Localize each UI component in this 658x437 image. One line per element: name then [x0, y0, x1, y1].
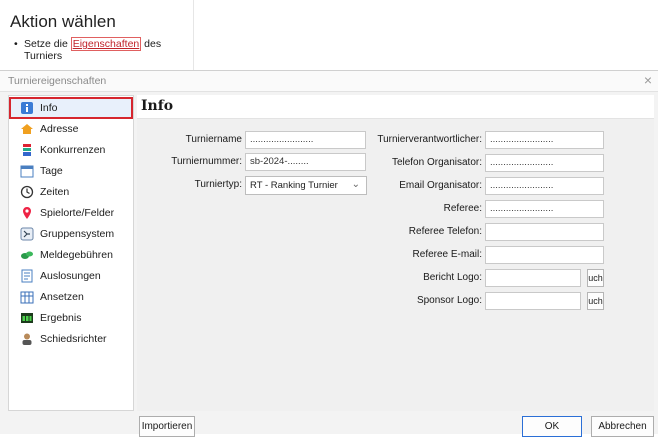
- info-icon: [21, 102, 33, 114]
- organizer-email-input[interactable]: ........................: [485, 177, 604, 195]
- background-instructions: Aktion wählen • Setze die Eigenschaften d…: [0, 0, 193, 70]
- referee-input[interactable]: ........................: [485, 200, 604, 218]
- tournament-number-input[interactable]: sb-2024-........: [245, 153, 366, 171]
- sidebar-item-label: Schiedsrichter: [40, 333, 107, 345]
- properties-sidebar: Info Adresse Konkurrenzen Tage Zeiten Sp…: [8, 95, 134, 411]
- organizer-email-label: Email Organisator:: [399, 180, 482, 191]
- sidebar-item-ansetzen[interactable]: Ansetzen: [10, 287, 132, 307]
- sidebar-item-meldegebuehren[interactable]: Meldegebühren: [10, 245, 132, 265]
- instruction-text-suffix: des: [141, 38, 162, 50]
- sidebar-item-tage[interactable]: Tage: [10, 161, 132, 181]
- sidebar-item-label: Gruppensystem: [40, 228, 115, 240]
- referee-email-label: Referee E-mail:: [412, 249, 482, 260]
- sidebar-item-label: Ansetzen: [40, 291, 84, 303]
- tournament-type-label: Turniertyp:: [194, 179, 242, 190]
- calendar-icon: [20, 165, 34, 178]
- responsible-input[interactable]: ........................: [485, 131, 604, 149]
- instruction-item: • Setze die Eigenschaften des: [14, 37, 162, 51]
- sidebar-item-label: Auslosungen: [40, 270, 101, 282]
- competitions-icon: [23, 144, 31, 156]
- bullet-icon: •: [14, 38, 18, 50]
- sidebar-item-label: Meldegebühren: [40, 249, 113, 261]
- sidebar-item-konkurrenzen[interactable]: Konkurrenzen: [10, 140, 132, 160]
- page-title: Info: [141, 98, 174, 114]
- chevron-down-icon: ⌄: [351, 179, 360, 190]
- instruction-line2: Turniers: [24, 50, 63, 62]
- sidebar-item-schiedsrichter[interactable]: Schiedsrichter: [10, 329, 132, 349]
- sidebar-item-spielorte[interactable]: Spielorte/Felder: [10, 203, 132, 223]
- sidebar-item-auslosungen[interactable]: Auslosungen: [10, 266, 132, 286]
- tournament-name-label: Turniername: [185, 134, 242, 145]
- tournament-number-label: Turniernummer:: [171, 156, 242, 167]
- sidebar-item-ergebnis[interactable]: Ergebnis: [10, 308, 132, 328]
- properties-link[interactable]: Eigenschaften: [70, 37, 142, 51]
- dialog-title: Turniereigenschaften: [8, 75, 107, 87]
- close-icon[interactable]: ×: [644, 72, 652, 88]
- tournament-name-input[interactable]: ........................: [245, 131, 366, 149]
- referee-email-input[interactable]: [485, 246, 604, 264]
- organizer-phone-input[interactable]: ........................: [485, 154, 604, 172]
- sidebar-item-label: Konkurrenzen: [40, 144, 106, 156]
- tournament-properties-dialog: Turniereigenschaften × Info Adresse Konk…: [0, 70, 658, 437]
- info-panel: Info Turniername .......................…: [137, 95, 654, 411]
- report-logo-browse-button[interactable]: uch: [587, 269, 604, 287]
- sidebar-item-label: Ergebnis: [40, 312, 82, 324]
- home-icon: [21, 124, 33, 134]
- referee-phone-input[interactable]: [485, 223, 604, 241]
- sidebar-item-label: Zeiten: [40, 186, 70, 198]
- responsible-label: Turnierverantwortlicher:: [377, 134, 482, 145]
- tournament-type-select[interactable]: RT - Ranking Turnier ⌄: [245, 176, 367, 195]
- sidebar-item-info[interactable]: Info: [9, 97, 133, 119]
- instruction-text: Setze die: [24, 38, 71, 50]
- schedule-icon: [20, 291, 34, 304]
- referee-phone-label: Referee Telefon:: [408, 226, 482, 237]
- sidebar-item-zeiten[interactable]: Zeiten: [10, 182, 132, 202]
- sidebar-item-label: Adresse: [40, 123, 79, 135]
- instruction-list: • Setze die Eigenschaften des Turniers: [14, 37, 162, 62]
- sidebar-item-label: Info: [40, 102, 58, 114]
- sidebar-item-label: Tage: [40, 165, 63, 177]
- background-divider: [193, 0, 194, 70]
- clock-icon: [20, 185, 34, 199]
- organizer-phone-label: Telefon Organisator:: [391, 157, 482, 168]
- action-heading: Aktion wählen: [10, 12, 116, 31]
- draw-icon: [21, 269, 33, 283]
- dialog-titlebar[interactable]: Turniereigenschaften ×: [0, 71, 658, 92]
- result-icon: [21, 313, 33, 323]
- report-logo-input[interactable]: [485, 269, 581, 287]
- referee-icon: [22, 333, 32, 345]
- sidebar-item-gruppensystem[interactable]: Gruppensystem: [10, 224, 132, 244]
- tournament-type-value: RT - Ranking Turnier: [250, 180, 338, 191]
- panel-header: Info: [137, 95, 654, 119]
- sidebar-item-label: Spielorte/Felder: [40, 207, 115, 219]
- report-logo-label: Bericht Logo:: [423, 272, 482, 283]
- sponsor-logo-input[interactable]: [485, 292, 581, 310]
- sponsor-logo-browse-button[interactable]: uch: [587, 292, 604, 310]
- sidebar-item-adresse[interactable]: Adresse: [10, 119, 132, 139]
- groups-icon: [20, 227, 34, 241]
- referee-label: Referee:: [443, 203, 482, 214]
- money-icon: [21, 251, 33, 259]
- sponsor-logo-label: Sponsor Logo:: [416, 295, 482, 306]
- location-pin-icon: [23, 207, 31, 219]
